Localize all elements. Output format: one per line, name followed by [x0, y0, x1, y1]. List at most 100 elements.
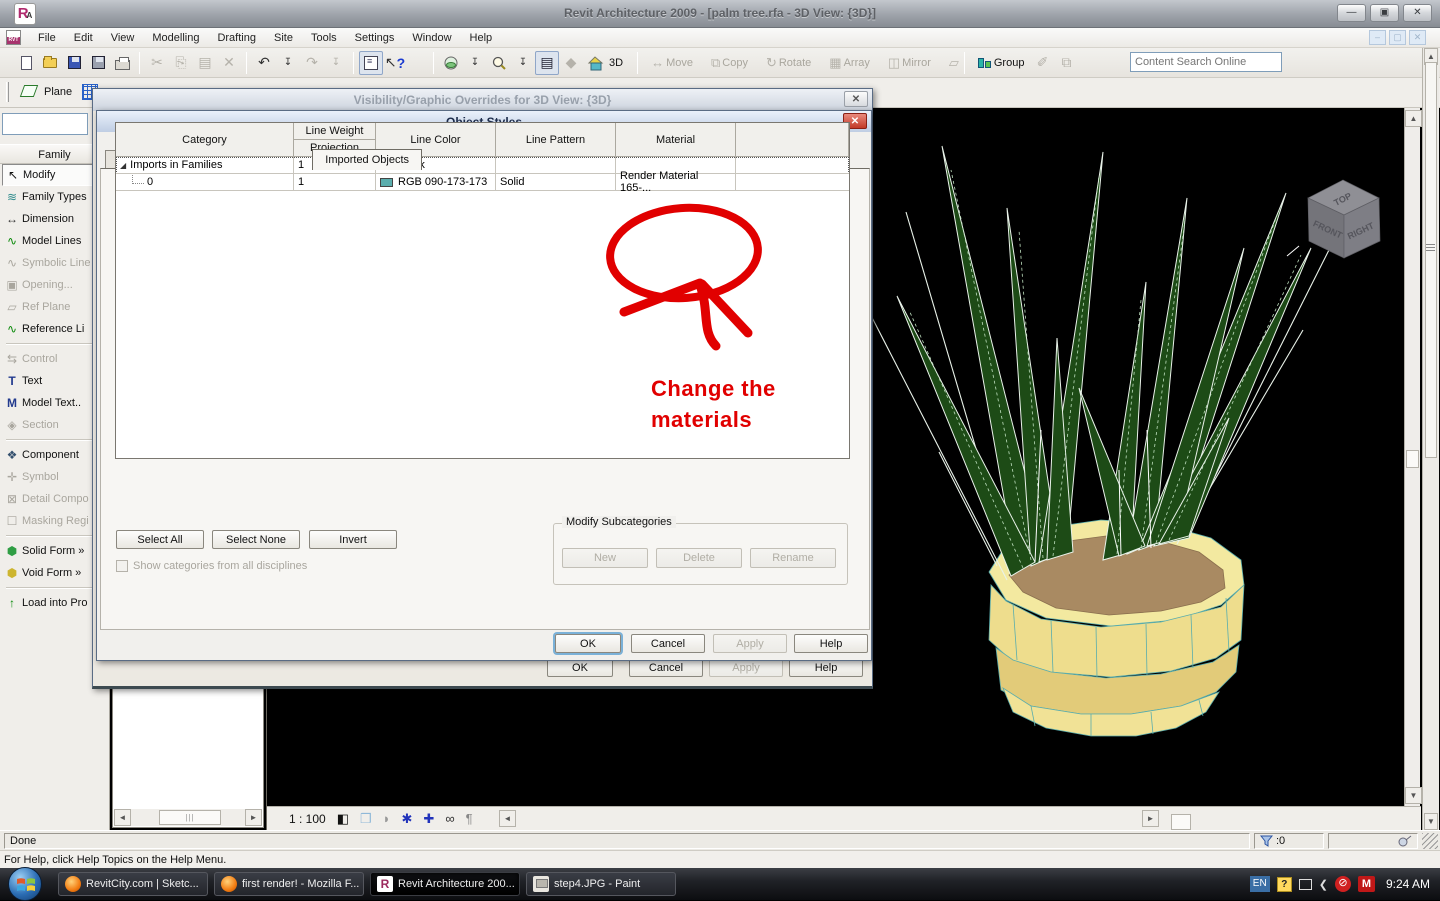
crop-region-icon[interactable]: ✱ [402, 811, 413, 827]
menu-tools[interactable]: Tools [302, 30, 346, 46]
hscroll-left-icon[interactable]: ◄ [499, 810, 516, 827]
redo-icon[interactable]: ↷ [300, 51, 324, 75]
save-icon[interactable] [62, 51, 86, 75]
tab-imported-objects[interactable]: Imported Objects [312, 149, 422, 170]
scroll-down-icon[interactable]: ▼ [1405, 787, 1422, 804]
scale-button[interactable]: 1 : 100 [289, 812, 326, 826]
col-line-weight[interactable]: Line Weight [294, 123, 376, 140]
row1-linepattern-cell[interactable] [496, 157, 616, 174]
communication-center-icon[interactable] [1398, 835, 1412, 847]
sidebar-item-dimension[interactable]: ↔Dimension [2, 208, 106, 230]
temporary-hide-icon[interactable]: ∞ [445, 811, 454, 826]
scroll-up-icon[interactable]: ▲ [1405, 110, 1422, 127]
orbit-dropdown-icon[interactable]: ↧ [463, 51, 487, 75]
invert-button[interactable]: Invert [309, 530, 397, 549]
save-all-icon[interactable] [86, 51, 110, 75]
apply-button[interactable]: Apply [713, 634, 787, 653]
select-all-button[interactable]: Select All [116, 530, 204, 549]
row2-linecolor-cell[interactable]: RGB 090-173-173 [376, 174, 496, 191]
splitter-grip[interactable] [1426, 244, 1435, 252]
design-bar-scrollbar[interactable]: ▲ ▼ [1422, 48, 1439, 830]
new-subcategory-button[interactable]: New [562, 548, 648, 568]
sidebar-item-ref-plane[interactable]: ▱Ref Plane [2, 296, 106, 318]
sidebar-item-reference-li[interactable]: ∿Reference Li [2, 318, 106, 340]
row2-projection-cell[interactable]: 1 [294, 174, 376, 191]
open-file-icon[interactable] [38, 51, 62, 75]
print-icon[interactable] [110, 51, 134, 75]
outer-scroll-down-icon[interactable]: ▼ [1424, 813, 1438, 830]
model-graphics-icon[interactable]: ❒ [360, 811, 372, 827]
start-button[interactable] [8, 867, 42, 901]
browser-hscrollbar[interactable]: ◄ ||| ► [114, 809, 262, 826]
blocked-tray-icon[interactable]: ⊘ [1335, 876, 1351, 892]
scroll-thumb[interactable]: ||| [159, 810, 221, 825]
disciplines-checkbox[interactable] [116, 560, 128, 572]
sidebar-item-void-form[interactable]: ⬢Void Form » [2, 562, 106, 584]
select-none-button[interactable]: Select None [212, 530, 300, 549]
mdi-restore-icon[interactable]: ▢ [1389, 30, 1406, 45]
taskbar-task-4[interactable]: step4.JPG - Paint [526, 872, 676, 896]
taskbar-task-3[interactable]: RRevit Architecture 200... [370, 872, 520, 896]
row2-category-cell[interactable]: 0 [116, 174, 294, 191]
outer-scroll-thumb[interactable] [1425, 62, 1437, 458]
menu-file[interactable]: File [29, 30, 65, 46]
help-button[interactable]: Help [794, 634, 868, 653]
delete-subcategory-button[interactable]: Delete [656, 548, 742, 568]
copy-tool-icon[interactable]: ⧉ [711, 55, 720, 71]
resize-grip[interactable] [1422, 833, 1438, 849]
menu-modelling[interactable]: Modelling [143, 30, 208, 46]
menu-window[interactable]: Window [403, 30, 460, 46]
sidebar-item-model-lines[interactable]: ∿Model Lines [2, 230, 106, 252]
move-tool-icon[interactable]: ↔ [651, 55, 664, 70]
menu-settings[interactable]: Settings [346, 30, 404, 46]
taskbar-task-1[interactable]: RevitCity.com | Sketc... [58, 872, 208, 896]
orbit-icon[interactable] [439, 51, 463, 75]
sidebar-item-symbolic-line[interactable]: ∿Symbolic Line [2, 252, 106, 274]
plane-button[interactable]: Plane [44, 86, 72, 98]
type-selector-combo[interactable] [2, 113, 88, 135]
minimize-button[interactable]: — [1337, 4, 1366, 22]
row2-material-cell[interactable]: Render Material 165-... [616, 174, 736, 191]
row2-linepattern-cell[interactable]: Solid [496, 174, 616, 191]
sidebar-item-symbol[interactable]: ✛Symbol [2, 466, 106, 488]
modify-handles-icon[interactable]: ▱ [949, 55, 959, 71]
group-icon[interactable] [978, 58, 991, 68]
hscroll-thumb[interactable] [1171, 814, 1191, 830]
rotate-tool-icon[interactable]: ↻ [766, 55, 777, 71]
content-search-input[interactable] [1131, 56, 1281, 68]
row1-category-cell[interactable]: ◢Imports in Families [116, 157, 294, 174]
col-line-pattern[interactable]: Line Pattern [496, 123, 616, 157]
copy-icon[interactable]: ⎘ [169, 51, 193, 75]
detail-level-icon[interactable]: ◧ [337, 811, 349, 827]
new-file-icon[interactable] [14, 51, 38, 75]
redo-dropdown-icon[interactable]: ↧ [324, 51, 348, 75]
sidebar-item-load-into-pro[interactable]: ↑Load into Pro [2, 592, 106, 614]
language-indicator[interactable]: EN [1250, 876, 1270, 892]
undo-dropdown-icon[interactable]: ↧ [276, 51, 300, 75]
reveal-hidden-icon[interactable]: ¶ [466, 811, 473, 826]
help-tray-icon[interactable]: ? [1277, 877, 1292, 892]
menu-help[interactable]: Help [461, 30, 502, 46]
taskbar-task-2[interactable]: first render! - Mozilla F... [214, 872, 364, 896]
menu-drafting[interactable]: Drafting [208, 30, 265, 46]
mcafee-tray-icon[interactable]: M [1358, 876, 1375, 892]
sidebar-item-section[interactable]: ◈Section [2, 414, 106, 436]
sidebar-item-opening[interactable]: ▣Opening... [2, 274, 106, 296]
ok-button[interactable]: OK [555, 634, 621, 653]
link-icon[interactable]: ⧉ [1054, 51, 1078, 75]
pin-icon[interactable]: ✐ [1030, 51, 1054, 75]
sidebar-item-masking-regi[interactable]: ☐Masking Regi [2, 510, 106, 532]
sidebar-item-detail-compo[interactable]: ⊠Detail Compo [2, 488, 106, 510]
zoom-icon[interactable] [487, 51, 511, 75]
undo-icon[interactable]: ↶ [252, 51, 276, 75]
tray-chevron-icon[interactable]: ❮ [1319, 878, 1328, 891]
window-tray-icon[interactable] [1299, 879, 1312, 890]
show-crop-icon[interactable]: ✚ [423, 811, 434, 827]
menu-view[interactable]: View [102, 30, 144, 46]
mdi-close-icon[interactable]: ✕ [1409, 30, 1426, 45]
sidebar-item-text[interactable]: TText [2, 370, 106, 392]
array-tool-icon[interactable]: ▦ [829, 55, 841, 71]
rename-subcategory-button[interactable]: Rename [750, 548, 836, 568]
view-hscrollbar[interactable]: ◄ ► [499, 810, 1159, 827]
sidebar-item-modify[interactable]: ↖Modify [2, 164, 106, 186]
